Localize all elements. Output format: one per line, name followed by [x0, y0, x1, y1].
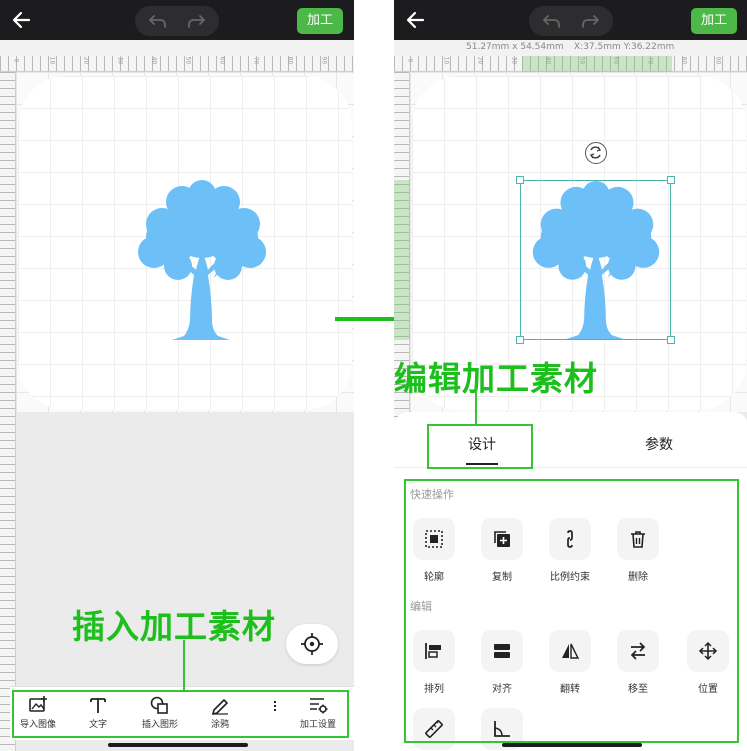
resize-handle-bottom-right[interactable] — [667, 336, 675, 344]
redo-icon[interactable] — [579, 11, 601, 31]
ruler-tick-label: 0 — [406, 58, 414, 63]
undo-icon[interactable] — [147, 11, 169, 31]
edit-material-callout: 编辑加工素材 — [394, 359, 598, 398]
ruler-tick-label: 20 — [476, 56, 484, 65]
top-bar: 加工 — [0, 0, 354, 40]
ruler-tick-label: 70 — [252, 56, 260, 65]
dimension-size-text: 51.27mm x 54.54mm — [466, 42, 564, 52]
actions-highlight-box — [404, 479, 739, 743]
undo-redo-group — [135, 6, 219, 36]
design-tab-highlight-box — [427, 424, 533, 469]
dimension-bar: 51.27mm x 54.54mm X:37.5mm Y:36.22mm — [394, 40, 747, 56]
undo-redo-group — [529, 6, 613, 36]
rotate-handle[interactable] — [585, 142, 607, 164]
ruler-tick-label: 60 — [218, 56, 226, 65]
resize-handle-top-right[interactable] — [667, 176, 675, 184]
ruler-selection-highlight — [522, 56, 672, 72]
back-arrow-icon[interactable] — [9, 7, 35, 33]
ruler-tick-label: 20 — [82, 56, 90, 65]
toolbar-highlight-box — [12, 690, 349, 738]
locate-button[interactable] — [286, 624, 338, 664]
dimension-bar — [0, 40, 354, 56]
callout-connector — [475, 388, 477, 426]
ruler-tick-label: 30 — [510, 56, 518, 65]
left-ruler — [0, 72, 16, 751]
resize-handle-top-left[interactable] — [516, 176, 524, 184]
position-text: X:37.5mm Y:36.22mm — [574, 42, 675, 52]
ruler-tick-label: 80 — [286, 56, 294, 65]
resize-handle-bottom-left[interactable] — [516, 336, 524, 344]
ruler-tick-label: 10 — [48, 56, 56, 65]
tab-parameters[interactable]: 参数 — [645, 434, 673, 454]
home-indicator — [108, 743, 248, 747]
ruler-tick-label: 80 — [680, 56, 688, 65]
ruler-tick-label: 30 — [116, 56, 124, 65]
ruler-tick-label: 10 — [442, 56, 450, 65]
ruler-selection-highlight — [394, 180, 410, 340]
undo-icon[interactable] — [541, 11, 563, 31]
tree-image[interactable] — [126, 180, 278, 342]
ruler-tick-label: 0 — [12, 58, 20, 63]
redo-icon[interactable] — [185, 11, 207, 31]
process-button[interactable]: 加工 — [691, 8, 737, 34]
top-ruler: 0102030405060708090100 — [0, 56, 354, 72]
rotate-icon — [589, 146, 602, 159]
ruler-tick-label: 50 — [184, 56, 192, 65]
crosshair-icon — [301, 633, 323, 655]
process-button[interactable]: 加工 — [297, 8, 343, 34]
callout-connector — [183, 640, 185, 690]
top-bar: 加工 — [394, 0, 747, 40]
home-indicator — [502, 743, 642, 747]
back-arrow-icon[interactable] — [403, 7, 429, 33]
ruler-tick-label: 90 — [714, 56, 722, 65]
ruler-tick-label: 90 — [320, 56, 328, 65]
insert-material-callout: 插入加工素材 — [72, 607, 276, 646]
selection-box[interactable] — [520, 180, 671, 340]
ruler-tick-label: 40 — [150, 56, 158, 65]
